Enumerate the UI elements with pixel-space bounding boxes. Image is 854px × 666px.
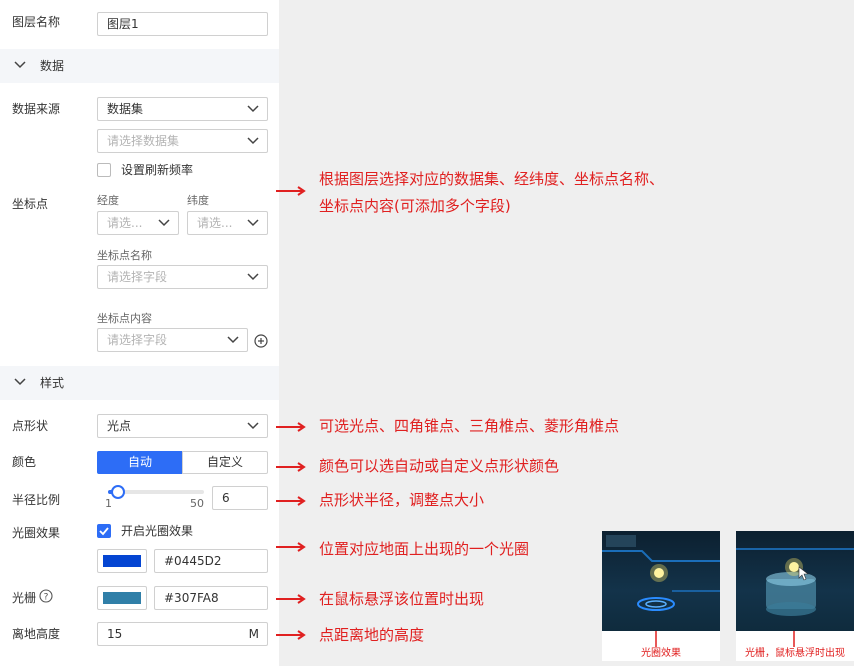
arrow-right-icon bbox=[276, 630, 306, 640]
halo-color-swatch[interactable] bbox=[97, 549, 147, 573]
layer-name-input[interactable]: 图层1 bbox=[97, 12, 268, 36]
coord-name-placeholder: 请选择字段 bbox=[107, 270, 168, 284]
shape-select[interactable]: 光点 bbox=[97, 414, 268, 438]
color-auto-label: 自动 bbox=[127, 455, 152, 469]
coord-name-label: 坐标点名称 bbox=[97, 249, 152, 262]
halo-color-text: #0445D2 bbox=[164, 554, 222, 568]
refresh-label: 设置刷新频率 bbox=[121, 163, 194, 177]
lat-select[interactable]: 请选... bbox=[187, 211, 268, 235]
coord-name-select[interactable]: 请选择字段 bbox=[97, 265, 268, 289]
note-grid: 在鼠标悬浮该位置时出现 bbox=[319, 590, 485, 608]
layer-name-value: 图层1 bbox=[107, 17, 139, 31]
coord-content-select[interactable]: 请选择字段 bbox=[97, 328, 248, 352]
dataset-placeholder: 请选择数据集 bbox=[107, 134, 180, 148]
chevron-down-icon bbox=[247, 104, 259, 114]
grid-color-input[interactable]: #307FA8 bbox=[154, 586, 268, 610]
coord-content-placeholder: 请选择字段 bbox=[107, 333, 168, 347]
chevron-down-icon bbox=[158, 218, 170, 228]
halo-effect-image bbox=[602, 531, 720, 631]
halo-checkbox[interactable] bbox=[97, 524, 111, 538]
halo-color-input[interactable]: #0445D2 bbox=[154, 549, 268, 573]
pointer-line bbox=[655, 631, 657, 647]
config-panel: 图层名称 图层1 数据 数据来源 数据集 请选择数据集 设置刷新频率 坐标点 经… bbox=[0, 0, 279, 666]
grid-color-fill bbox=[103, 592, 141, 604]
halo-thumbnail-caption: 光圈效果 bbox=[641, 648, 681, 659]
grid-color-text: #307FA8 bbox=[164, 591, 219, 605]
note-height: 点距离地的高度 bbox=[319, 626, 425, 644]
coords-label: 坐标点 bbox=[12, 197, 49, 211]
section-data-title: 数据 bbox=[40, 59, 65, 73]
lat-label: 纬度 bbox=[187, 194, 209, 207]
add-field-icon[interactable] bbox=[254, 334, 268, 348]
lng-select[interactable]: 请选... bbox=[97, 211, 179, 235]
data-source-select[interactable]: 数据集 bbox=[97, 97, 268, 121]
halo-enable-label: 开启光圈效果 bbox=[121, 524, 194, 538]
color-custom-label: 自定义 bbox=[206, 455, 243, 469]
lat-placeholder: 请选... bbox=[197, 216, 233, 230]
pointer-line bbox=[793, 631, 795, 647]
svg-text:?: ? bbox=[44, 593, 49, 603]
lng-label: 经度 bbox=[97, 194, 119, 207]
refresh-checkbox[interactable] bbox=[97, 163, 111, 177]
grid-color-swatch[interactable] bbox=[97, 586, 147, 610]
color-auto-button[interactable]: 自动 bbox=[97, 451, 183, 474]
radius-value: 6 bbox=[222, 491, 230, 505]
halo-effect-thumbnail: 光圈效果 bbox=[602, 531, 720, 661]
help-icon[interactable]: ? bbox=[39, 589, 53, 603]
radius-label: 半径比例 bbox=[12, 493, 61, 507]
chevron-down-icon bbox=[227, 335, 239, 345]
data-source-value: 数据集 bbox=[107, 102, 144, 116]
chevron-down-icon bbox=[247, 218, 259, 228]
arrow-right-icon bbox=[276, 496, 306, 506]
arrow-right-icon bbox=[276, 594, 306, 604]
data-source-label: 数据来源 bbox=[12, 102, 61, 116]
dataset-select[interactable]: 请选择数据集 bbox=[97, 129, 268, 153]
height-unit: M bbox=[248, 627, 259, 641]
halo-label: 光圈效果 bbox=[12, 526, 61, 540]
section-data-header[interactable]: 数据 bbox=[0, 49, 279, 83]
chevron-down-icon bbox=[247, 136, 259, 146]
chevron-down-icon bbox=[247, 421, 259, 431]
chevron-down-icon bbox=[14, 377, 26, 387]
chevron-down-icon bbox=[14, 60, 26, 70]
note-shape: 可选光点、四角锥点、三角椎点、菱形角椎点 bbox=[319, 417, 620, 435]
color-custom-button[interactable]: 自定义 bbox=[182, 451, 268, 474]
chevron-down-icon bbox=[247, 272, 259, 282]
shape-value: 光点 bbox=[107, 419, 132, 433]
note-halo: 位置对应地面上出现的一个光圈 bbox=[319, 540, 530, 558]
height-label: 离地高度 bbox=[12, 627, 61, 641]
arrow-right-icon bbox=[276, 462, 306, 472]
arrow-right-icon bbox=[276, 542, 306, 552]
coord-content-label: 坐标点内容 bbox=[97, 312, 152, 325]
grid-effect-thumbnail: 光栅，鼠标悬浮时出现 bbox=[736, 531, 854, 661]
section-style-header[interactable]: 样式 bbox=[0, 366, 279, 400]
grid-effect-image bbox=[736, 531, 854, 631]
section-style-title: 样式 bbox=[40, 376, 65, 390]
arrow-right-icon bbox=[276, 422, 306, 432]
radius-input[interactable]: 6 bbox=[212, 486, 268, 510]
note-radius: 点形状半径，调整点大小 bbox=[319, 491, 485, 509]
check-icon bbox=[99, 527, 109, 536]
halo-color-fill bbox=[103, 555, 141, 567]
note-color: 颜色可以选自动或自定义点形状颜色 bbox=[319, 457, 560, 475]
radius-slider-thumb[interactable] bbox=[110, 485, 125, 499]
radius-slider-track[interactable] bbox=[108, 485, 204, 499]
shape-label: 点形状 bbox=[12, 419, 49, 433]
radius-max-label: 50 bbox=[190, 497, 204, 510]
arrow-right-icon bbox=[276, 186, 306, 196]
lng-placeholder: 请选... bbox=[107, 216, 143, 230]
grid-thumbnail-caption: 光栅，鼠标悬浮时出现 bbox=[745, 648, 845, 659]
grid-label: 光栅 bbox=[12, 591, 37, 605]
height-value: 15 bbox=[107, 627, 123, 641]
height-input[interactable]: 15 M bbox=[97, 622, 268, 646]
radius-min-label: 1 bbox=[105, 497, 112, 510]
note-data-2: 坐标点内容(可添加多个字段) bbox=[319, 197, 511, 215]
note-data-1: 根据图层选择对应的数据集、经纬度、坐标点名称、 bbox=[319, 170, 665, 188]
layer-name-label: 图层名称 bbox=[12, 15, 61, 29]
color-label: 颜色 bbox=[12, 455, 37, 469]
